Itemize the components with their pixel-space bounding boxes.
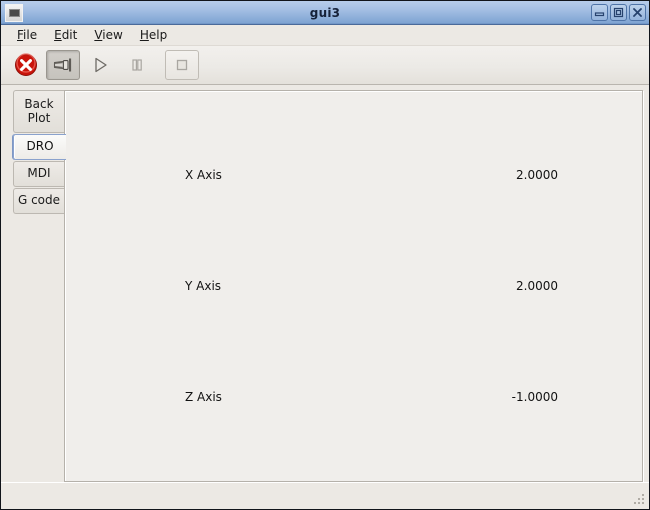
tab-back-plot-label-line2: Plot [27, 110, 51, 125]
close-button[interactable] [629, 4, 646, 21]
main-content: Back Plot DRO MDI G code X Axis 2.0000 Y… [1, 85, 649, 482]
tab-back-plot-label-line1: Back [24, 97, 54, 112]
close-icon [633, 8, 642, 17]
window-icon[interactable] [5, 3, 23, 22]
minimize-icon [594, 12, 605, 17]
minimize-button[interactable] [591, 4, 608, 21]
pause-bars-icon [132, 59, 142, 71]
estop-button[interactable] [9, 50, 43, 80]
y-axis-label: Y Axis [185, 278, 222, 293]
x-axis-label: X Axis [185, 167, 222, 182]
tab-dro-label: DRO [26, 139, 54, 154]
menu-item-view[interactable]: View [86, 26, 131, 44]
notebook-tabstrip: Back Plot DRO MDI G code [6, 90, 66, 482]
dro-row-z: Z Axis -1.0000 [109, 342, 598, 453]
title-bar-buttons [591, 4, 646, 21]
z-axis-value: -1.0000 [511, 390, 558, 405]
dro-panel: X Axis 2.0000 Y Axis 2.0000 Z Axis -1.00… [64, 90, 643, 482]
maximize-button[interactable] [610, 4, 627, 21]
dro-row-y: Y Axis 2.0000 [109, 230, 598, 341]
dro-grid: X Axis 2.0000 Y Axis 2.0000 Z Axis -1.00… [65, 91, 642, 481]
pause-button[interactable] [120, 50, 154, 80]
tab-mdi-label: MDI [27, 166, 51, 181]
machine-power-button[interactable] [46, 50, 80, 80]
menu-item-file-rest: ile [23, 28, 38, 42]
red-x-circle-icon [15, 53, 37, 76]
toolbar [1, 46, 649, 85]
stop-square-icon [176, 59, 188, 71]
tab-gcode-label: G code [17, 193, 61, 208]
run-button[interactable] [83, 50, 117, 80]
y-axis-value: 2.0000 [516, 278, 558, 293]
menu-item-help-rest: elp [148, 28, 168, 42]
window-title: gui3 [309, 5, 341, 20]
resize-grip-icon[interactable] [631, 491, 646, 506]
menu-item-edit-rest: dit [61, 28, 78, 42]
dro-row-x: X Axis 2.0000 [109, 119, 598, 230]
title-bar[interactable]: gui3 [1, 1, 649, 25]
tab-back-plot[interactable]: Back Plot [13, 90, 64, 133]
x-axis-value: 2.0000 [516, 167, 558, 182]
menu-item-edit[interactable]: Edit [46, 26, 86, 44]
z-axis-label: Z Axis [185, 390, 222, 405]
application-window: gui3 File Edit View Help Back Plot DRO M… [0, 0, 650, 510]
power-plug-icon [53, 58, 72, 72]
notebook: Back Plot DRO MDI G code X Axis 2.0000 Y… [6, 90, 643, 482]
maximize-icon [613, 7, 624, 18]
tab-gcode[interactable]: G code [13, 188, 64, 214]
play-triangle-icon [95, 57, 107, 73]
menu-item-help-mnemonic: H [139, 28, 149, 42]
menu-item-help[interactable]: Help [132, 26, 176, 44]
tab-dro[interactable]: DRO [13, 134, 66, 160]
menu-item-file[interactable]: File [9, 26, 46, 44]
stop-button[interactable] [165, 50, 199, 80]
window-icon-screen [8, 8, 20, 17]
status-bar [1, 482, 649, 509]
menu-item-edit-mnemonic: E [54, 28, 62, 42]
tab-mdi[interactable]: MDI [13, 161, 64, 187]
menu-item-view-rest: iew [102, 28, 123, 42]
menu-bar: File Edit View Help [1, 25, 649, 46]
